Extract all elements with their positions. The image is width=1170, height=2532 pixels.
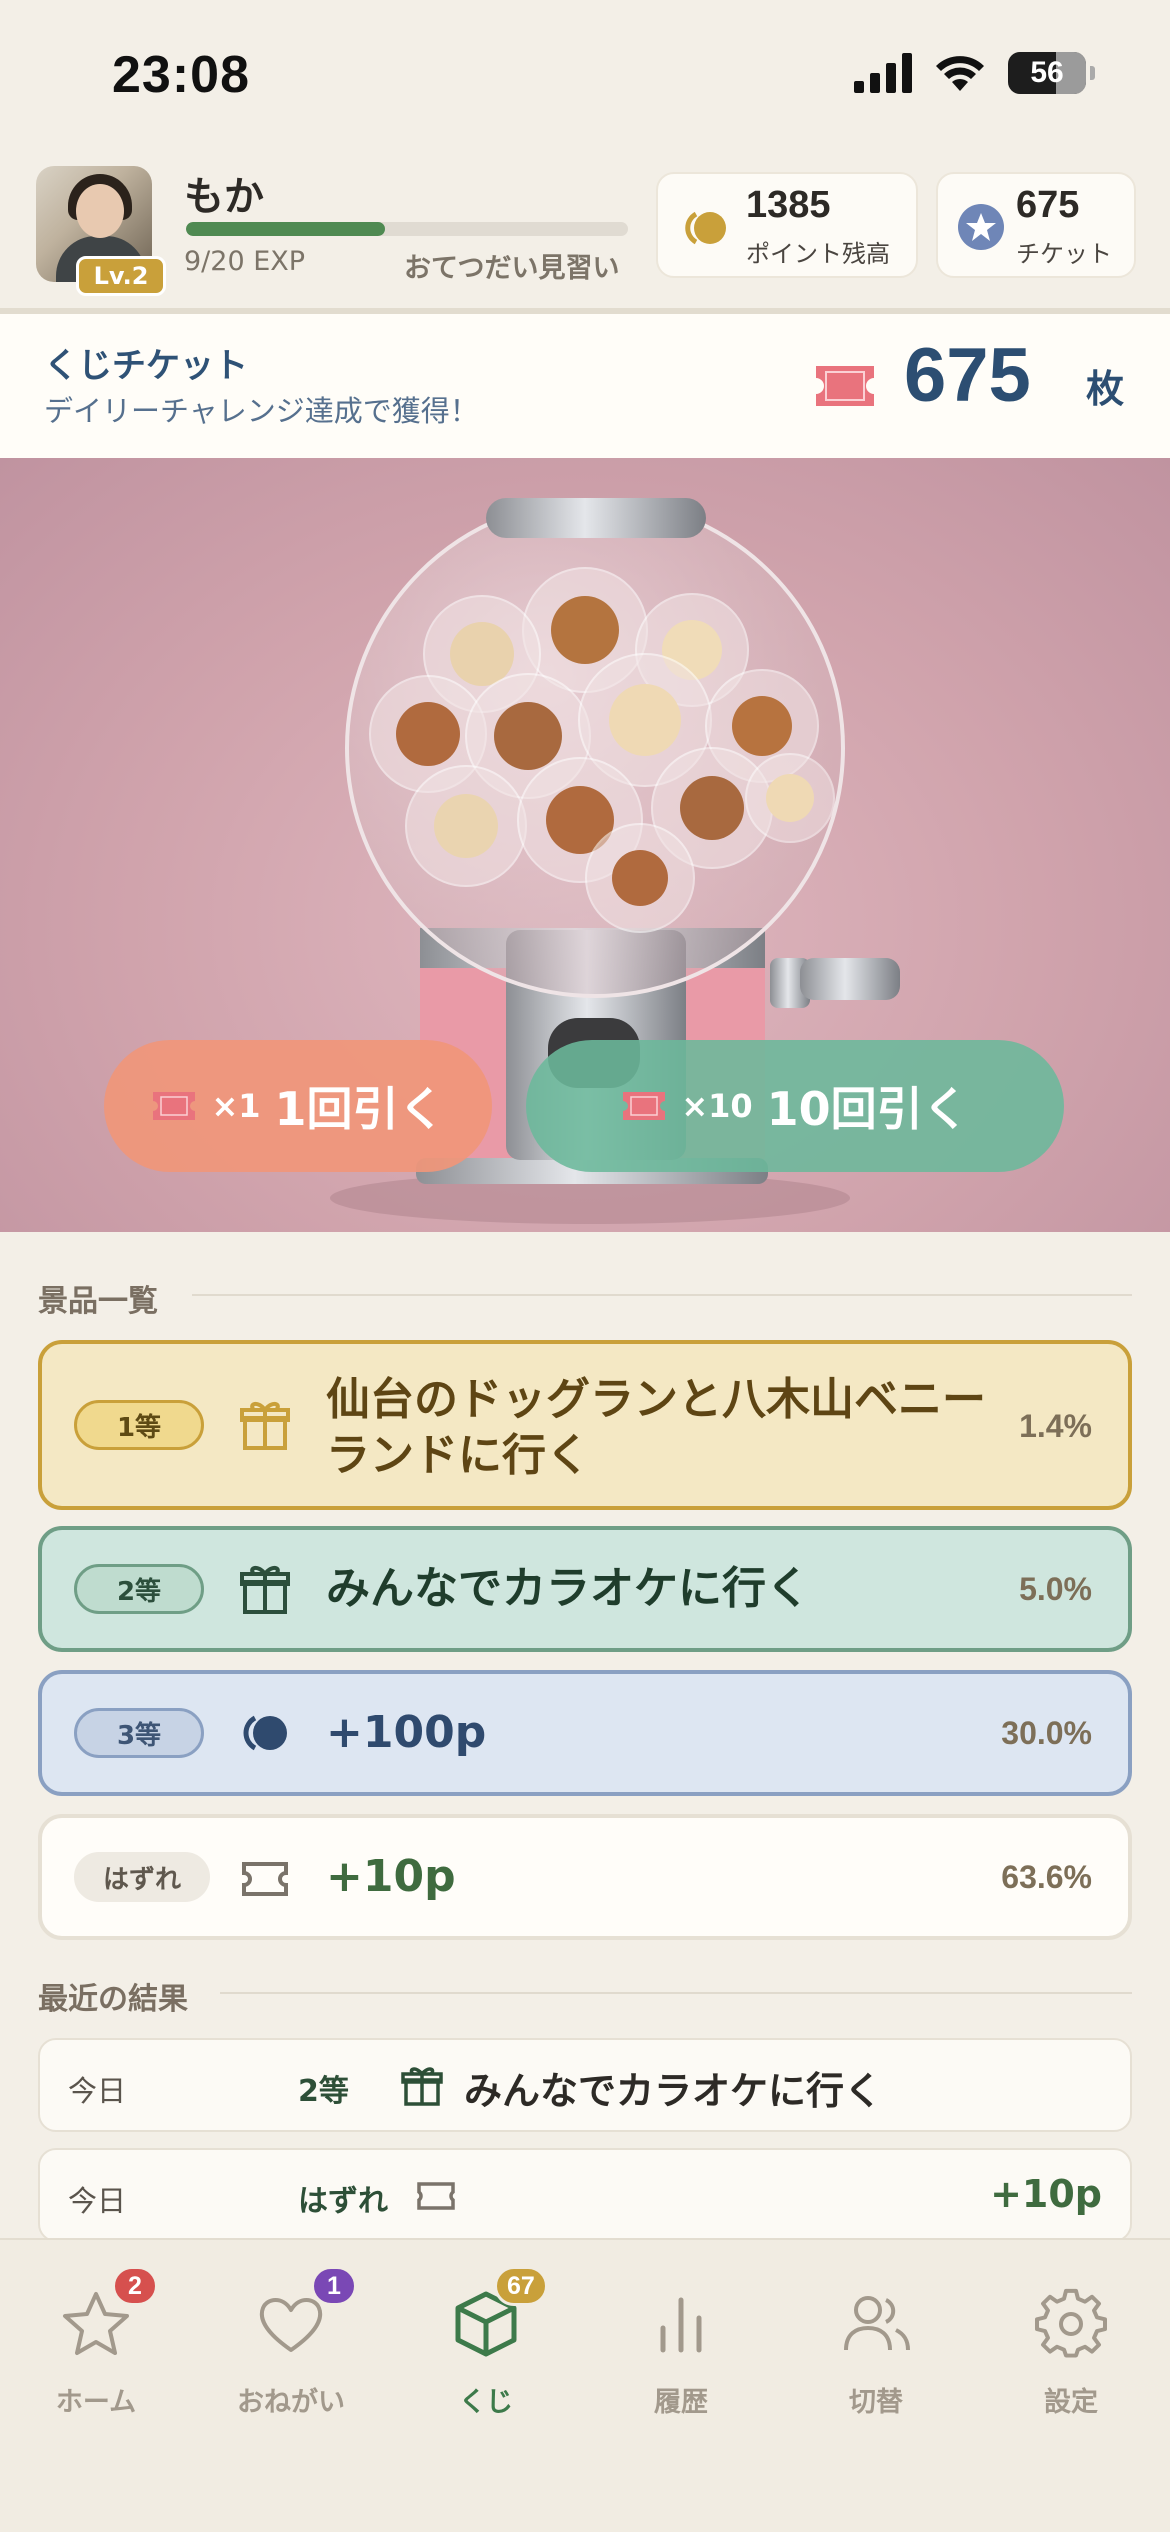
prize-name: +100p [326, 1707, 487, 1758]
recent-result-row[interactable]: 今日 はずれ +10p [38, 2148, 1132, 2242]
exp-progress-fill [186, 222, 385, 236]
battery-icon: 56 [1008, 52, 1086, 94]
draw-ten-multiplier: ×10 [681, 1087, 753, 1125]
result-name: みんなでカラオケに行く [464, 2069, 883, 2113]
user-name: もか [184, 174, 264, 220]
prizes-section-title: 景品一覧 [38, 1284, 158, 1319]
prize-probability: 30.0% [1001, 1715, 1092, 1751]
tab-label: 設定 [1044, 2387, 1098, 2418]
admit-ticket-icon [623, 1092, 666, 1120]
lottery-ticket-bar: くじチケット デイリーチャレンジ達成で獲得！ 675 枚 [0, 314, 1170, 458]
prize-second[interactable]: 2等 みんなでカラオケに行く 5.0% [38, 1526, 1132, 1652]
gacha-machine-hero: ×1 1回引く ×10 10回引く [0, 458, 1170, 1232]
prize-third[interactable]: 3等 +100p 30.0% [38, 1670, 1132, 1796]
tab-label: 履歴 [654, 2387, 708, 2418]
section-divider [220, 1992, 1132, 1994]
tab-badge: 2 [112, 2266, 158, 2306]
points-value: 1385 [746, 184, 831, 226]
recent-result-row[interactable]: 今日 2等 みんなでカラオケに行く [38, 2038, 1132, 2132]
prize-probability: 5.0% [1019, 1571, 1092, 1607]
wifi-icon [936, 56, 984, 91]
draw-once-multiplier: ×1 [211, 1087, 261, 1125]
exp-text: 9/20 EXP [184, 246, 306, 277]
exp-progress-bar [186, 222, 628, 236]
status-bar: 23:08 56 [0, 0, 1170, 150]
tab-settings[interactable]: 設定 [991, 2280, 1151, 2430]
gift-icon [240, 1402, 290, 1450]
section-divider [192, 1294, 1132, 1296]
prize-name: +10p [326, 1851, 456, 1902]
ticket-unit: 枚 [1086, 367, 1125, 411]
admit-ticket-icon [153, 1092, 196, 1120]
tab-badge: 1 [311, 2266, 357, 2306]
tickets-card[interactable]: 675 チケット [936, 172, 1136, 278]
ticket-icon [417, 2182, 455, 2210]
draw-ten-button[interactable]: ×10 10回引く [526, 1040, 1064, 1172]
prize-name: みんなでカラオケに行く [326, 1563, 810, 1614]
prize-probability: 1.4% [1019, 1408, 1092, 1444]
tickets-value: 675 [1016, 184, 1080, 226]
result-day: 今日 [68, 2184, 127, 2218]
tab-label: ホーム [55, 2387, 137, 2418]
ticket-subtitle: デイリーチャレンジ達成で獲得！ [44, 394, 479, 428]
prize-rank-badge: はずれ [74, 1852, 210, 1902]
tab-label: 切替 [849, 2387, 903, 2418]
signal-icon [854, 53, 912, 93]
coin-icon [243, 1715, 287, 1751]
ticket-title: くじチケット [44, 346, 248, 386]
rank-title: おてつだい見習い [404, 253, 620, 284]
users-icon [844, 2296, 910, 2351]
recent-section-title: 最近の結果 [38, 1982, 188, 2017]
ticket-icon [242, 1862, 288, 1896]
tab-label: おねがい [237, 2387, 345, 2418]
prize-rank-badge: 2等 [74, 1564, 204, 1614]
points-card[interactable]: 1385 ポイント残高 [656, 172, 918, 278]
tab-switch[interactable]: 切替 [796, 2280, 956, 2430]
gear-icon [1035, 2288, 1107, 2358]
draw-once-button[interactable]: ×1 1回引く [104, 1040, 492, 1172]
prize-name-line-2: ランドに行く [326, 1430, 590, 1481]
coin-icon [685, 211, 726, 245]
tickets-label: チケット [1016, 240, 1112, 268]
result-rank: はずれ [298, 2184, 388, 2219]
star-icon [958, 204, 1004, 250]
tab-requests[interactable]: 1 おねがい [211, 2266, 371, 2430]
level-badge: Lv.2 [76, 256, 166, 296]
draw-ten-label: 10回引く [766, 1082, 969, 1136]
admit-ticket-icon [816, 366, 874, 406]
prize-name: 仙台のドッグランと八木山ベニー ランドに行く [326, 1372, 986, 1484]
prize-first[interactable]: 1等 仙台のドッグランと八木山ベニー ランドに行く 1.4% [38, 1340, 1132, 1510]
result-points: +10p [990, 2172, 1102, 2216]
draw-once-label: 1回引く [274, 1082, 445, 1136]
ticket-count: 675 [904, 333, 1031, 418]
profile-header: Lv.2 もか 9/20 EXP おてつだい見習い 1385 ポイント残高 67… [0, 160, 1170, 310]
tab-lottery[interactable]: 67 くじ [406, 2266, 566, 2430]
points-label: ポイント残高 [746, 240, 890, 268]
gift-icon [401, 2067, 443, 2106]
result-day: 今日 [68, 2074, 127, 2108]
prize-miss[interactable]: はずれ +10p 63.6% [38, 1814, 1132, 1940]
battery-level: 56 [1030, 56, 1064, 89]
status-icons: 56 [854, 52, 1095, 94]
tab-history[interactable]: 履歴 [601, 2280, 761, 2430]
bottom-tab-bar: 2 ホーム 1 おねがい 67 くじ 履歴 切替 設定 [0, 2238, 1170, 2532]
tab-label: くじ [459, 2387, 513, 2418]
tab-badge: 67 [494, 2266, 548, 2306]
prize-rank-badge: 3等 [74, 1708, 204, 1758]
prize-probability: 63.6% [1001, 1859, 1092, 1895]
prize-name-line-1: 仙台のドッグランと八木山ベニー [326, 1374, 986, 1425]
chart-icon [660, 2297, 702, 2353]
prize-rank-badge: 1等 [74, 1400, 204, 1450]
result-rank: 2等 [298, 2074, 349, 2109]
status-time: 23:08 [112, 46, 250, 104]
gift-icon [240, 1566, 290, 1614]
tab-home[interactable]: 2 ホーム [16, 2266, 176, 2430]
